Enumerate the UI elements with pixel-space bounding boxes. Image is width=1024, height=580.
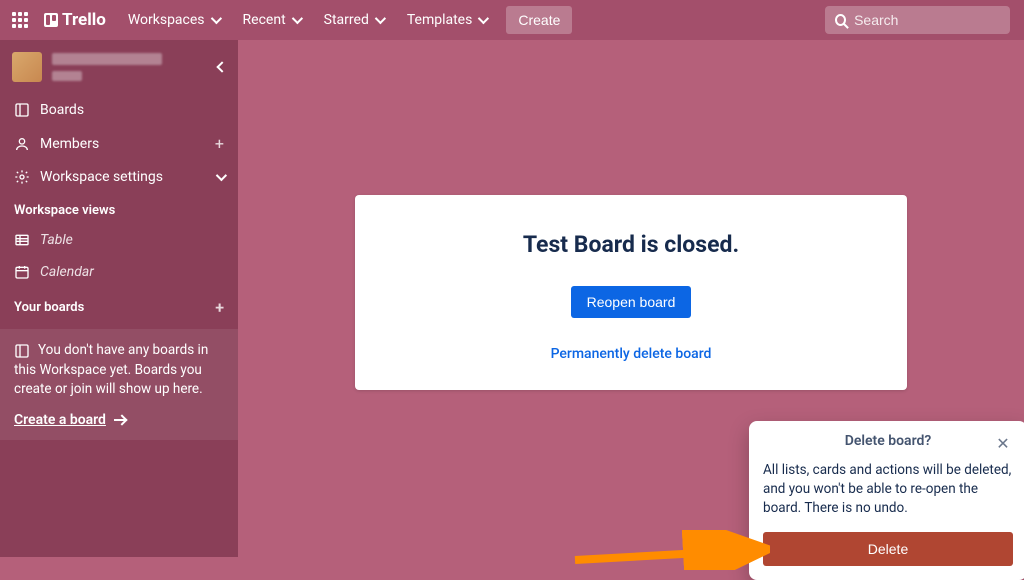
trello-logo-icon [44, 13, 58, 27]
trello-logo[interactable]: Trello [44, 10, 106, 30]
trello-logo-text: Trello [62, 10, 106, 30]
nav-starred-label: Starred [324, 12, 369, 28]
chevron-down-icon [216, 170, 227, 181]
add-member-icon[interactable]: + [215, 134, 224, 153]
boards-icon [14, 102, 30, 118]
workspace-header[interactable] [0, 40, 238, 94]
close-icon[interactable]: ✕ [993, 433, 1013, 453]
nav-workspaces-label: Workspaces [128, 12, 205, 28]
table-icon [14, 232, 30, 248]
sidebar-boards-label: Boards [40, 102, 224, 118]
gear-icon [14, 169, 30, 185]
delete-button[interactable]: Delete [763, 532, 1013, 566]
your-boards-label: Your boards [14, 300, 84, 315]
calendar-icon [14, 264, 30, 280]
nav-recent[interactable]: Recent [233, 6, 310, 34]
reopen-board-button[interactable]: Reopen board [571, 286, 692, 318]
your-boards-header: Your boards + [0, 288, 238, 323]
chevron-down-icon [375, 13, 386, 24]
members-icon [14, 136, 30, 152]
nav-workspaces[interactable]: Workspaces [118, 6, 229, 34]
search-icon [835, 14, 846, 26]
nav-recent-label: Recent [243, 12, 286, 28]
arrow-right-icon [114, 415, 124, 425]
apps-switcher-icon[interactable] [8, 8, 32, 32]
popover-body: All lists, cards and actions will be del… [763, 461, 1013, 518]
permanently-delete-link[interactable]: Permanently delete board [375, 346, 887, 362]
sidebar-calendar-label: Calendar [40, 264, 224, 280]
no-boards-message: You don't have any boards in this Worksp… [14, 341, 224, 400]
closed-board-title: Test Board is closed. [375, 231, 887, 258]
sidebar-members-label: Members [40, 136, 205, 152]
sidebar-view-calendar[interactable]: Calendar [0, 256, 238, 288]
sidebar: Boards Members + Workspace settings Work… [0, 40, 238, 557]
chevron-down-icon [291, 13, 302, 24]
no-boards-box: You don't have any boards in this Worksp… [0, 329, 238, 440]
add-board-icon[interactable]: + [215, 298, 224, 317]
create-board-label: Create a board [14, 412, 106, 428]
create-board-link[interactable]: Create a board [14, 412, 124, 428]
annotation-arrow [570, 530, 770, 570]
search-input[interactable] [854, 12, 1000, 28]
topbar: Trello Workspaces Recent Starred Templat… [0, 0, 1024, 40]
sidebar-item-members[interactable]: Members + [0, 126, 238, 161]
workspace-avatar [12, 52, 42, 82]
chevron-down-icon [210, 13, 221, 24]
sidebar-item-boards[interactable]: Boards [0, 94, 238, 126]
workspace-views-label: Workspace views [14, 203, 115, 218]
closed-board-panel: Test Board is closed. Reopen board Perma… [355, 195, 907, 390]
create-button[interactable]: Create [506, 6, 572, 34]
collapse-sidebar-icon[interactable] [216, 61, 227, 72]
sidebar-item-settings[interactable]: Workspace settings [0, 161, 238, 193]
nav-templates[interactable]: Templates [397, 6, 497, 34]
workspace-name [52, 53, 208, 81]
sidebar-settings-label: Workspace settings [40, 169, 206, 185]
workspace-views-header: Workspace views [0, 193, 238, 224]
sidebar-table-label: Table [40, 232, 224, 248]
delete-board-popover: Delete board? ✕ All lists, cards and act… [749, 421, 1024, 580]
sidebar-view-table[interactable]: Table [0, 224, 238, 256]
search-box[interactable] [825, 6, 1010, 34]
chevron-down-icon [478, 13, 489, 24]
nav-starred[interactable]: Starred [314, 6, 393, 34]
popover-title: Delete board? [845, 433, 932, 449]
nav-templates-label: Templates [407, 12, 473, 28]
boards-icon [14, 343, 30, 359]
content-area: Test Board is closed. Reopen board Perma… [238, 40, 1024, 557]
